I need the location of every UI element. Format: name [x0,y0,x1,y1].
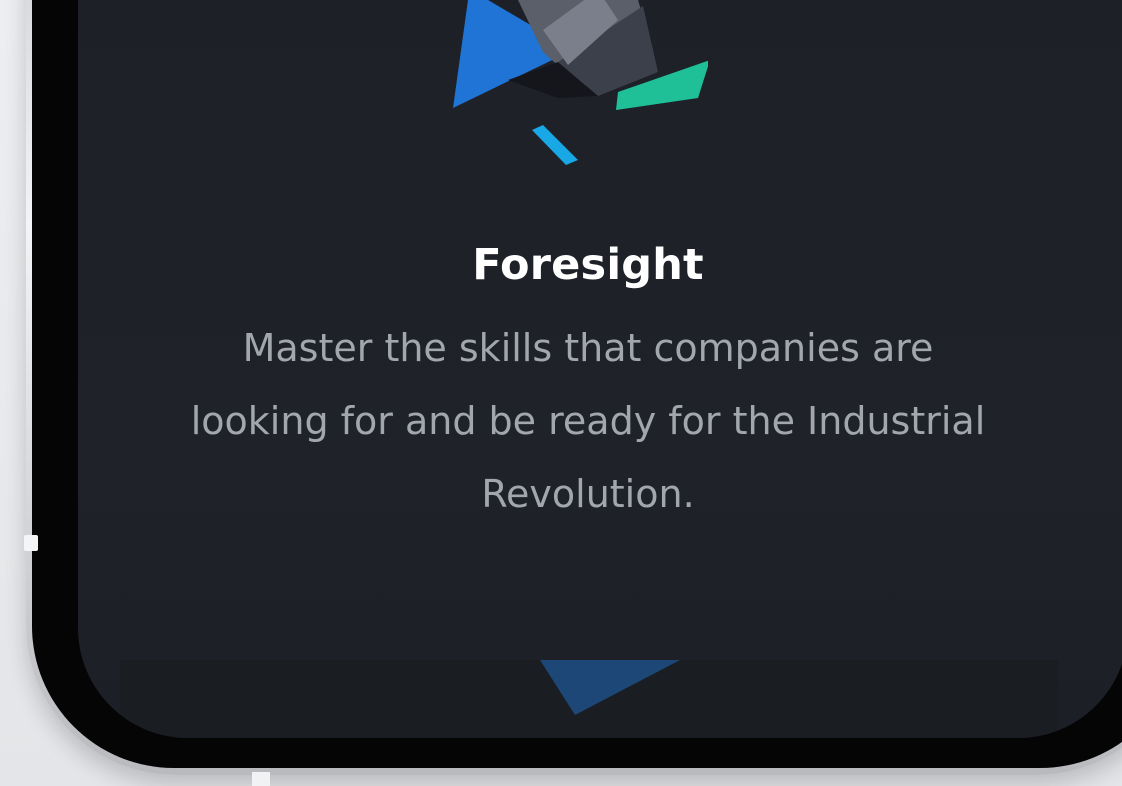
app-screen: Foresight Master the skills that compani… [78,0,1122,738]
cyan-shard [532,125,578,165]
onboarding-description: Master the skills that companies are loo… [190,326,986,516]
phone-bottom-edge [252,772,270,786]
next-slide-illustration [540,660,680,715]
blue-shard-preview [540,660,680,715]
device-mockup: Foresight Master the skills that compani… [0,0,1122,786]
next-slide-card [120,660,1058,738]
phone-side-button [24,535,38,551]
onboarding-content: Foresight Master the skills that compani… [78,240,1098,531]
geometric-shards-illustration [453,0,708,165]
onboarding-title: Foresight [472,240,704,290]
